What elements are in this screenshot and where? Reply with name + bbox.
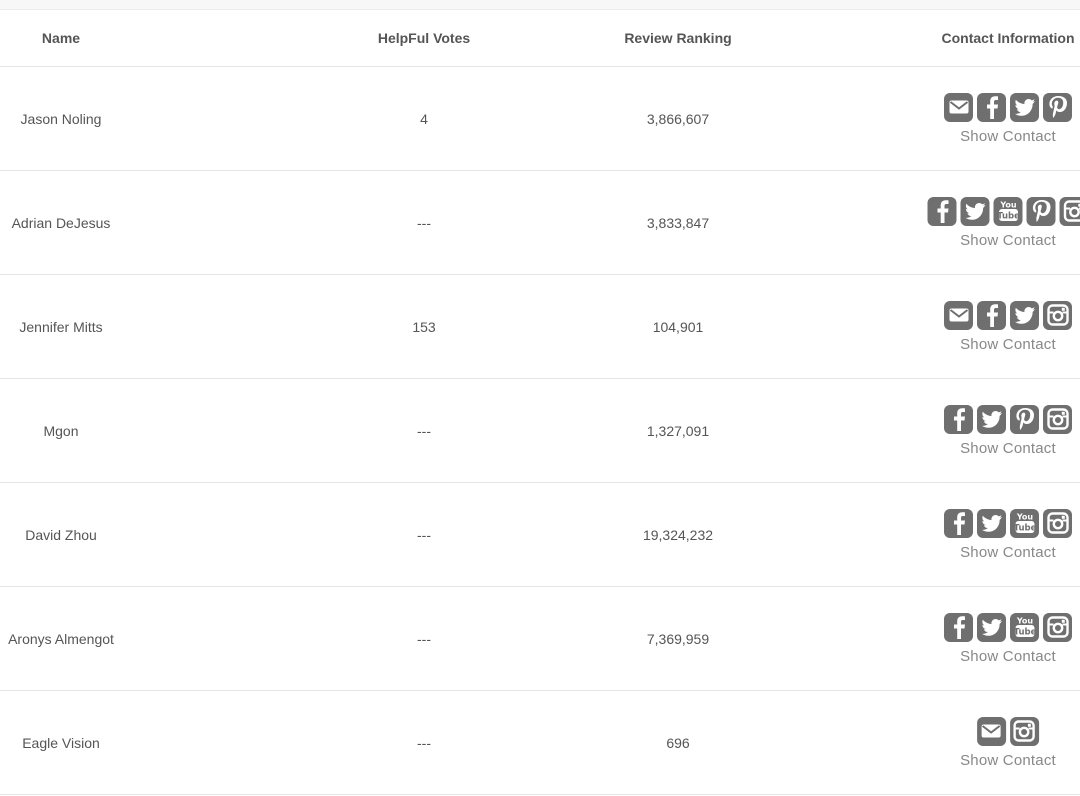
helpful-votes-value: ---: [417, 630, 431, 647]
table-row-cell: Adrian DeJesus --- 3,833,847 You Tube Show Co…: [0, 170, 1080, 275]
review-ranking-value: 696: [666, 734, 690, 751]
instagram-icon[interactable]: [1043, 508, 1072, 538]
instagram-icon[interactable]: [1059, 196, 1080, 226]
contact-icons: You Tube: [944, 612, 1072, 642]
contact-icons: [944, 92, 1072, 122]
pinterest-icon[interactable]: [1026, 196, 1056, 226]
helpful-votes-value: 4: [420, 110, 428, 127]
contact-icons: [944, 300, 1072, 330]
table-row-cell: Eagle Vision --- 696 Show Contact: [0, 690, 1080, 795]
svg-text:You: You: [1015, 513, 1033, 522]
facebook-icon[interactable]: [944, 612, 973, 642]
svg-text:You: You: [999, 201, 1017, 210]
twitter-icon[interactable]: [977, 612, 1006, 642]
instagram-icon[interactable]: [1009, 716, 1039, 746]
pinterest-icon[interactable]: [1010, 404, 1039, 434]
reviewer-table: Name HelpFul Votes Review Ranking Contac…: [0, 10, 1080, 795]
instagram-icon[interactable]: [1043, 612, 1072, 642]
table-row-cell: Jennifer Mitts 153 104,901 Show Contact: [0, 274, 1080, 379]
show-contact-link[interactable]: Show Contact: [928, 232, 1080, 249]
contact-icons: You Tube: [927, 196, 1080, 226]
facebook-icon[interactable]: [944, 508, 973, 538]
twitter-icon[interactable]: [1010, 92, 1039, 122]
table-row: Jason Noling 4 3,866,607 Show Contact: [0, 66, 1080, 171]
helpful-votes-value: 153: [412, 318, 436, 335]
email-icon[interactable]: [976, 716, 1006, 746]
reviewer-name: Jason Noling: [20, 110, 102, 127]
reviewer-name: Aronys Almengot: [8, 630, 114, 647]
table-row: Eagle Vision --- 696 Show Contact: [0, 690, 1080, 795]
svg-text:Tube: Tube: [997, 212, 1019, 222]
helpful-votes-value: ---: [417, 422, 431, 439]
reviewer-table-wrap: Name HelpFul Votes Review Ranking Contac…: [0, 10, 1080, 795]
contact-icons: [944, 404, 1072, 434]
helpful-votes-value: ---: [417, 214, 431, 231]
table-row: Jennifer Mitts 153 104,901 Show Contact: [0, 274, 1080, 379]
helpful-votes-value: ---: [417, 526, 431, 543]
facebook-icon[interactable]: [977, 92, 1006, 122]
twitter-icon[interactable]: [960, 196, 990, 226]
reviewer-name: David Zhou: [25, 526, 97, 543]
review-ranking-value: 3,866,607: [646, 110, 710, 127]
twitter-icon[interactable]: [977, 404, 1006, 434]
contact-icons: You Tube: [944, 508, 1072, 538]
svg-text:You: You: [1015, 617, 1033, 626]
contact-information: You Tube Show Contact: [944, 612, 1072, 665]
svg-text:Tube: Tube: [1014, 524, 1036, 534]
table-row: Mgon --- 1,327,091 Show Contact: [0, 378, 1080, 483]
show-contact-link[interactable]: Show Contact: [944, 336, 1072, 353]
reviewer-name: Jennifer Mitts: [19, 318, 103, 335]
contact-information: Show Contact: [944, 92, 1072, 145]
helpful-votes-value: ---: [417, 734, 431, 751]
instagram-icon[interactable]: [1043, 404, 1072, 434]
youtube-icon[interactable]: You Tube: [1010, 508, 1039, 538]
show-contact-link[interactable]: Show Contact: [944, 440, 1072, 457]
table-row: David Zhou --- 19,324,232 You Tube Show Conta…: [0, 482, 1080, 587]
top-strip: [0, 0, 1080, 10]
table-row: Adrian DeJesus --- 3,833,847 You Tube Show Co…: [0, 170, 1080, 275]
header-name: Name: [41, 30, 81, 46]
reviewer-name: Eagle Vision: [22, 734, 100, 751]
contact-information: Show Contact: [944, 300, 1072, 353]
header-contact-information: Contact Information: [941, 30, 1075, 46]
facebook-icon[interactable]: [927, 196, 957, 226]
contact-information: Show Contact: [960, 716, 1056, 769]
show-contact-link[interactable]: Show Contact: [944, 544, 1072, 561]
reviewer-name: Adrian DeJesus: [11, 214, 111, 231]
table-row-cell: Aronys Almengot --- 7,369,959 You Tube Show C…: [0, 586, 1080, 691]
twitter-icon[interactable]: [977, 508, 1006, 538]
facebook-icon[interactable]: [944, 404, 973, 434]
show-contact-link[interactable]: Show Contact: [944, 648, 1072, 665]
header-row-cell: Name HelpFul Votes Review Ranking Contac…: [0, 10, 1080, 67]
instagram-icon[interactable]: [1043, 300, 1072, 330]
show-contact-link[interactable]: Show Contact: [944, 128, 1072, 145]
header-review-ranking: Review Ranking: [624, 30, 732, 46]
review-ranking-value: 3,833,847: [646, 214, 710, 231]
header-helpful-votes: HelpFul Votes: [377, 30, 471, 46]
email-icon[interactable]: [944, 300, 973, 330]
reviewer-name: Mgon: [43, 422, 79, 439]
email-icon[interactable]: [944, 92, 973, 122]
twitter-icon[interactable]: [1010, 300, 1039, 330]
table-header-row: Name HelpFul Votes Review Ranking Contac…: [0, 10, 1080, 67]
svg-text:Tube: Tube: [1014, 628, 1036, 638]
contact-information: You Tube Show Contact: [944, 508, 1072, 561]
review-ranking-value: 19,324,232: [642, 526, 714, 543]
table-row: Aronys Almengot --- 7,369,959 You Tube Show C…: [0, 586, 1080, 691]
pinterest-icon[interactable]: [1043, 92, 1072, 122]
table-row-cell: Jason Noling 4 3,866,607 Show Contact: [0, 66, 1080, 171]
youtube-icon[interactable]: You Tube: [1010, 612, 1039, 642]
table-row-cell: Mgon --- 1,327,091 Show Contact: [0, 378, 1080, 483]
contact-information: You Tube Show Contact: [927, 196, 1080, 249]
review-ranking-value: 1,327,091: [646, 422, 710, 439]
contact-information: Show Contact: [944, 404, 1072, 457]
contact-icons: [960, 716, 1056, 746]
show-contact-link[interactable]: Show Contact: [960, 752, 1056, 769]
table-row-cell: David Zhou --- 19,324,232 You Tube Show Conta…: [0, 482, 1080, 587]
review-ranking-value: 7,369,959: [646, 630, 710, 647]
youtube-icon[interactable]: You Tube: [993, 196, 1023, 226]
facebook-icon[interactable]: [977, 300, 1006, 330]
review-ranking-value: 104,901: [652, 318, 704, 335]
